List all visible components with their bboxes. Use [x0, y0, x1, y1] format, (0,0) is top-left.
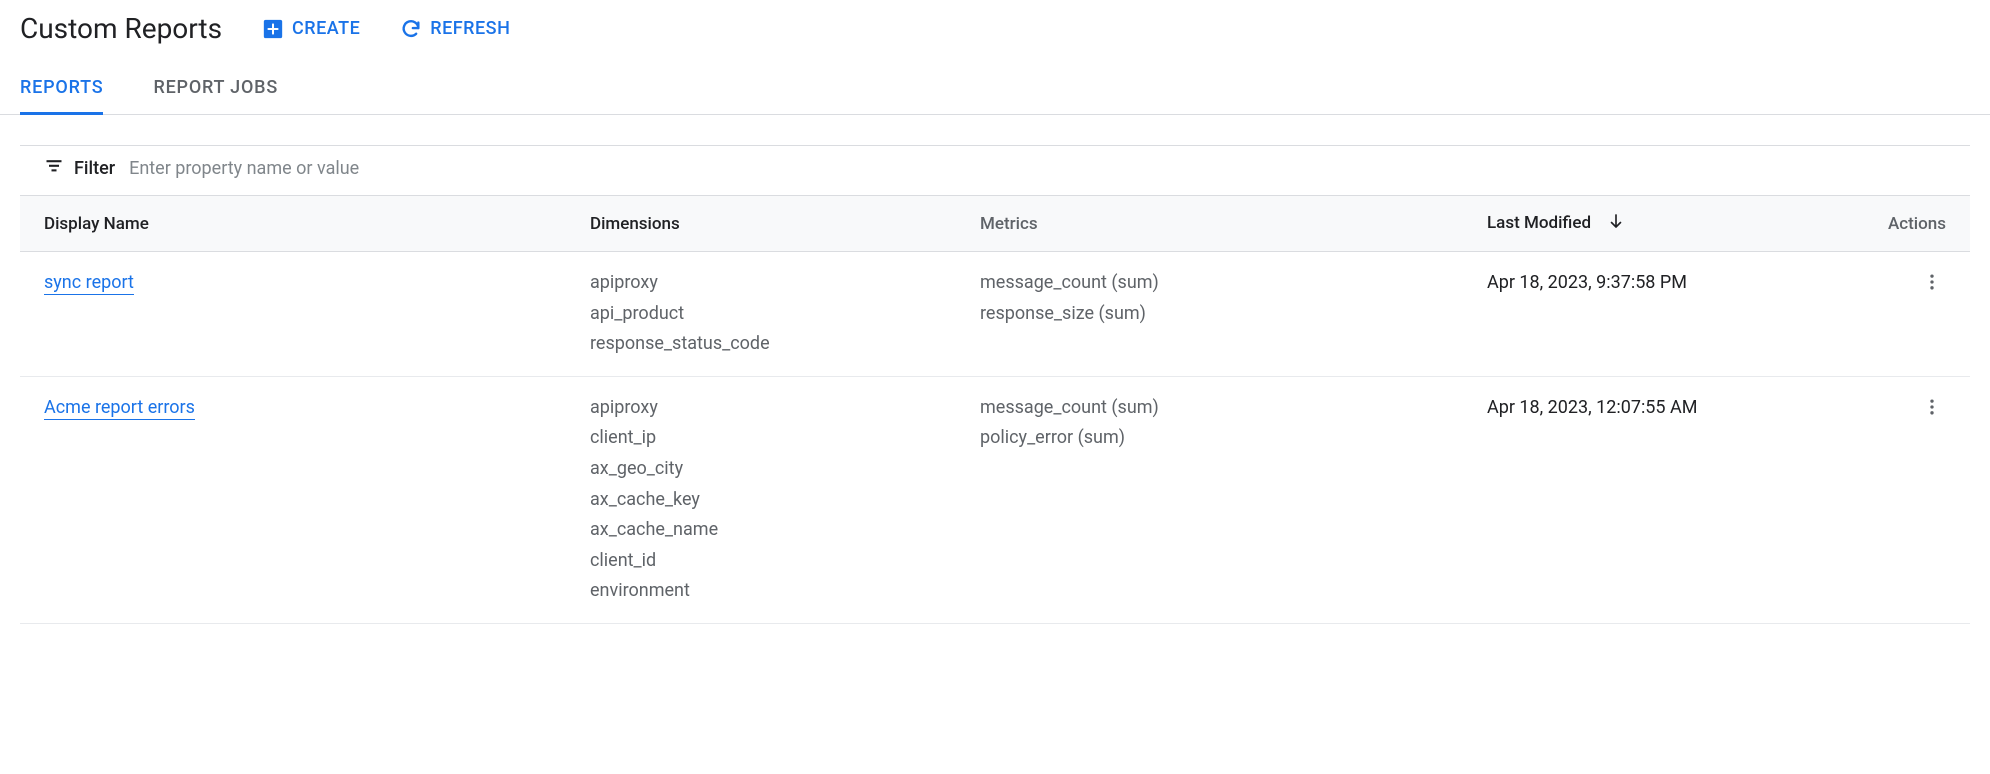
reports-table: Display Name Dimensions Metrics Last Mod… — [20, 195, 1970, 624]
cell-display-name: sync report — [20, 252, 566, 377]
cell-metrics: message_count (sum) response_size (sum) — [956, 252, 1463, 377]
more-vert-icon — [1922, 280, 1942, 295]
create-label: CREATE — [292, 18, 360, 39]
cell-dimensions: apiproxy api_product response_status_cod… — [566, 252, 956, 377]
header-display-name[interactable]: Display Name — [20, 196, 566, 252]
refresh-button[interactable]: REFRESH — [400, 18, 510, 40]
filter-label-text: Filter — [74, 158, 115, 179]
report-link[interactable]: Acme report errors — [44, 397, 195, 420]
cell-last-modified: Apr 18, 2023, 12:07:55 AM — [1463, 376, 1853, 623]
header-last-modified[interactable]: Last Modified — [1463, 196, 1853, 252]
filter-label-group: Filter — [44, 156, 115, 181]
more-actions-button[interactable] — [1918, 268, 1946, 299]
more-vert-icon — [1922, 405, 1942, 420]
more-actions-button[interactable] — [1918, 393, 1946, 424]
tab-report-jobs[interactable]: REPORT JOBS — [153, 63, 278, 115]
header-actions: Actions — [1853, 196, 1970, 252]
cell-display-name: Acme report errors — [20, 376, 566, 623]
cell-metrics: message_count (sum) policy_error (sum) — [956, 376, 1463, 623]
table-header-row: Display Name Dimensions Metrics Last Mod… — [20, 196, 1970, 252]
tab-reports[interactable]: REPORTS — [20, 63, 103, 115]
header-actions: CREATE REFRESH — [262, 18, 510, 40]
header-metrics[interactable]: Metrics — [956, 196, 1463, 252]
header-last-modified-label: Last Modified — [1487, 213, 1591, 233]
page-title: Custom Reports — [20, 12, 222, 45]
filter-input[interactable] — [129, 158, 1946, 179]
refresh-label: REFRESH — [430, 18, 510, 39]
table-row: Acme report errors apiproxy client_ip ax… — [20, 376, 1970, 623]
plus-icon — [262, 18, 284, 40]
arrow-down-icon — [1607, 215, 1625, 235]
filter-icon — [44, 156, 64, 181]
refresh-icon — [400, 18, 422, 40]
table-row: sync report apiproxy api_product respons… — [20, 252, 1970, 377]
create-button[interactable]: CREATE — [262, 18, 360, 40]
cell-dimensions: apiproxy client_ip ax_geo_city ax_cache_… — [566, 376, 956, 623]
header-dimensions[interactable]: Dimensions — [566, 196, 956, 252]
filter-bar: Filter — [20, 145, 1970, 195]
cell-last-modified: Apr 18, 2023, 9:37:58 PM — [1463, 252, 1853, 377]
cell-actions — [1853, 252, 1970, 377]
cell-actions — [1853, 376, 1970, 623]
page-header: Custom Reports CREATE REFRESH — [0, 0, 1990, 63]
report-link[interactable]: sync report — [44, 272, 134, 295]
content-area: Filter Display Name Dimensions Metrics L… — [0, 115, 1990, 624]
tab-bar: REPORTS REPORT JOBS — [0, 63, 1990, 115]
